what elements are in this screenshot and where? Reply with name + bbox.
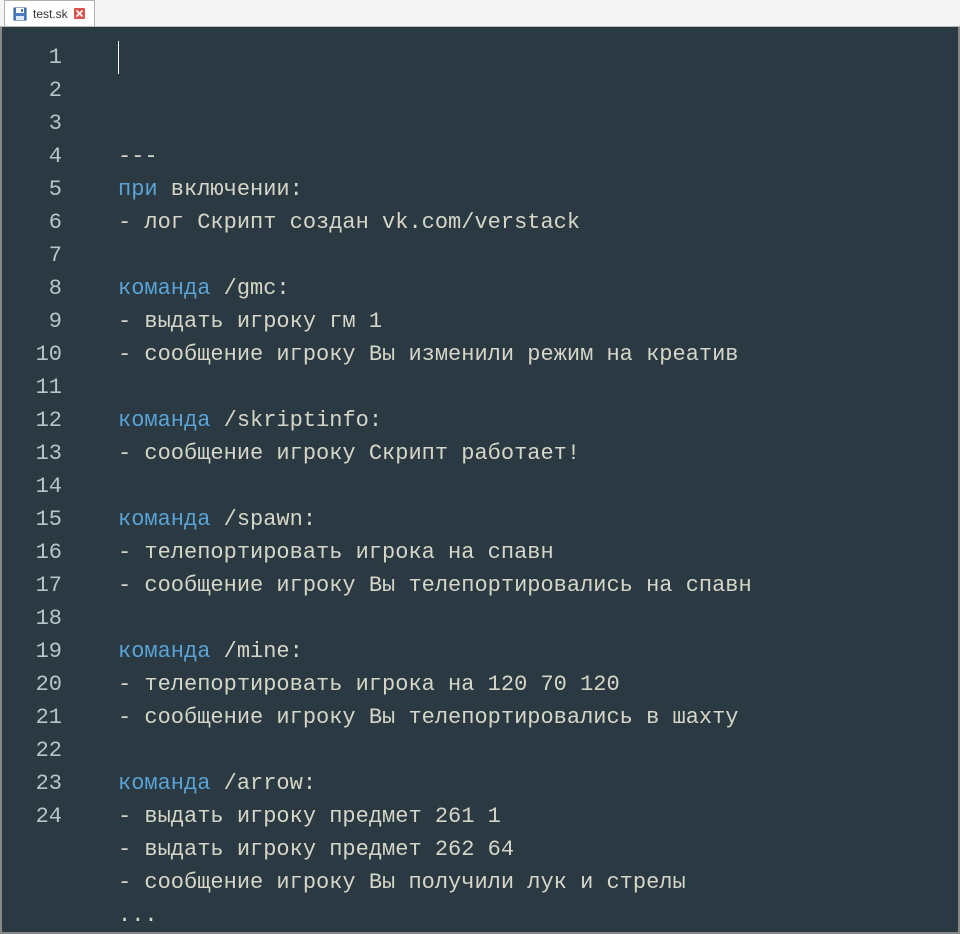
- line-number: 6: [2, 206, 62, 239]
- line-number: 10: [2, 338, 62, 371]
- code-token: /mine:: [210, 639, 302, 664]
- code-token: команда: [118, 771, 210, 796]
- code-token: ---: [118, 144, 158, 169]
- file-tab[interactable]: test.sk: [4, 0, 95, 26]
- code-token: - сообщение игроку Вы телепортировались …: [118, 705, 739, 730]
- code-line[interactable]: - телепортировать игрока на 120 70 120: [118, 668, 958, 701]
- code-token: команда: [118, 276, 210, 301]
- line-number: 22: [2, 734, 62, 767]
- disk-icon: [13, 7, 27, 21]
- line-number-gutter: 123456789101112131415161718192021222324: [2, 27, 80, 932]
- code-line[interactable]: [118, 470, 958, 503]
- code-token: - сообщение игроку Скрипт работает!: [118, 441, 580, 466]
- code-token: команда: [118, 507, 210, 532]
- line-number: 14: [2, 470, 62, 503]
- line-number: 1: [2, 41, 62, 74]
- line-number: 13: [2, 437, 62, 470]
- line-number: 4: [2, 140, 62, 173]
- code-line[interactable]: при включении:: [118, 173, 958, 206]
- text-cursor: [118, 41, 120, 74]
- line-number: 9: [2, 305, 62, 338]
- code-token: команда: [118, 639, 210, 664]
- line-number: 2: [2, 74, 62, 107]
- line-number: 17: [2, 569, 62, 602]
- code-line[interactable]: [118, 734, 958, 767]
- code-token: /arrow:: [210, 771, 316, 796]
- code-line[interactable]: ---: [118, 140, 958, 173]
- line-number: 15: [2, 503, 62, 536]
- code-token: /skriptinfo:: [210, 408, 382, 433]
- code-line[interactable]: - выдать игроку предмет 262 64: [118, 833, 958, 866]
- line-number: 16: [2, 536, 62, 569]
- code-line[interactable]: - сообщение игроку Вы телепортировались …: [118, 569, 958, 602]
- line-number: 12: [2, 404, 62, 437]
- code-line[interactable]: команда /arrow:: [118, 767, 958, 800]
- code-line[interactable]: [118, 239, 958, 272]
- code-line[interactable]: - сообщение игроку Вы изменили режим на …: [118, 338, 958, 371]
- close-icon[interactable]: [74, 8, 86, 20]
- tab-filename: test.sk: [33, 7, 68, 21]
- code-token: - сообщение игроку Вы телепортировались …: [118, 573, 752, 598]
- code-line[interactable]: команда /spawn:: [118, 503, 958, 536]
- code-editor[interactable]: 123456789101112131415161718192021222324 …: [0, 27, 960, 934]
- line-number: 3: [2, 107, 62, 140]
- code-token: - выдать игроку предмет 261 1: [118, 804, 501, 829]
- code-token: включении:: [158, 177, 303, 202]
- code-token: - сообщение игроку Вы изменили режим на …: [118, 342, 739, 367]
- line-number: 19: [2, 635, 62, 668]
- code-token: - сообщение игроку Вы получили лук и стр…: [118, 870, 686, 895]
- code-token: - выдать игроку гм 1: [118, 309, 382, 334]
- line-number: 24: [2, 800, 62, 833]
- code-line[interactable]: [118, 602, 958, 635]
- code-token: ...: [118, 903, 158, 928]
- code-token: /gmc:: [210, 276, 289, 301]
- line-number: 5: [2, 173, 62, 206]
- code-token: команда: [118, 408, 210, 433]
- code-line[interactable]: команда /gmc:: [118, 272, 958, 305]
- code-token: - лог Скрипт создан vk.com/verstack: [118, 210, 580, 235]
- line-number: 18: [2, 602, 62, 635]
- code-line[interactable]: - сообщение игроку Вы телепортировались …: [118, 701, 958, 734]
- code-line[interactable]: ...: [118, 899, 958, 932]
- tab-bar: test.sk: [0, 0, 960, 27]
- code-line[interactable]: - телепортировать игрока на спавн: [118, 536, 958, 569]
- code-token: при: [118, 177, 158, 202]
- code-line[interactable]: команда /mine:: [118, 635, 958, 668]
- code-line[interactable]: [118, 371, 958, 404]
- code-line[interactable]: - сообщение игроку Скрипт работает!: [118, 437, 958, 470]
- code-line[interactable]: - лог Скрипт создан vk.com/verstack: [118, 206, 958, 239]
- line-number: 21: [2, 701, 62, 734]
- code-token: - выдать игроку предмет 262 64: [118, 837, 514, 862]
- line-number: 23: [2, 767, 62, 800]
- line-number: 11: [2, 371, 62, 404]
- code-token: - телепортировать игрока на 120 70 120: [118, 672, 620, 697]
- line-number: 8: [2, 272, 62, 305]
- line-number: 20: [2, 668, 62, 701]
- code-line[interactable]: команда /skriptinfo:: [118, 404, 958, 437]
- code-line[interactable]: - выдать игроку гм 1: [118, 305, 958, 338]
- code-line[interactable]: - выдать игроку предмет 261 1: [118, 800, 958, 833]
- code-token: - телепортировать игрока на спавн: [118, 540, 554, 565]
- code-line[interactable]: - сообщение игроку Вы получили лук и стр…: [118, 866, 958, 899]
- code-area[interactable]: --- при включении: - лог Скрипт создан vk.…: [80, 27, 958, 932]
- line-number: 7: [2, 239, 62, 272]
- code-token: /spawn:: [210, 507, 316, 532]
